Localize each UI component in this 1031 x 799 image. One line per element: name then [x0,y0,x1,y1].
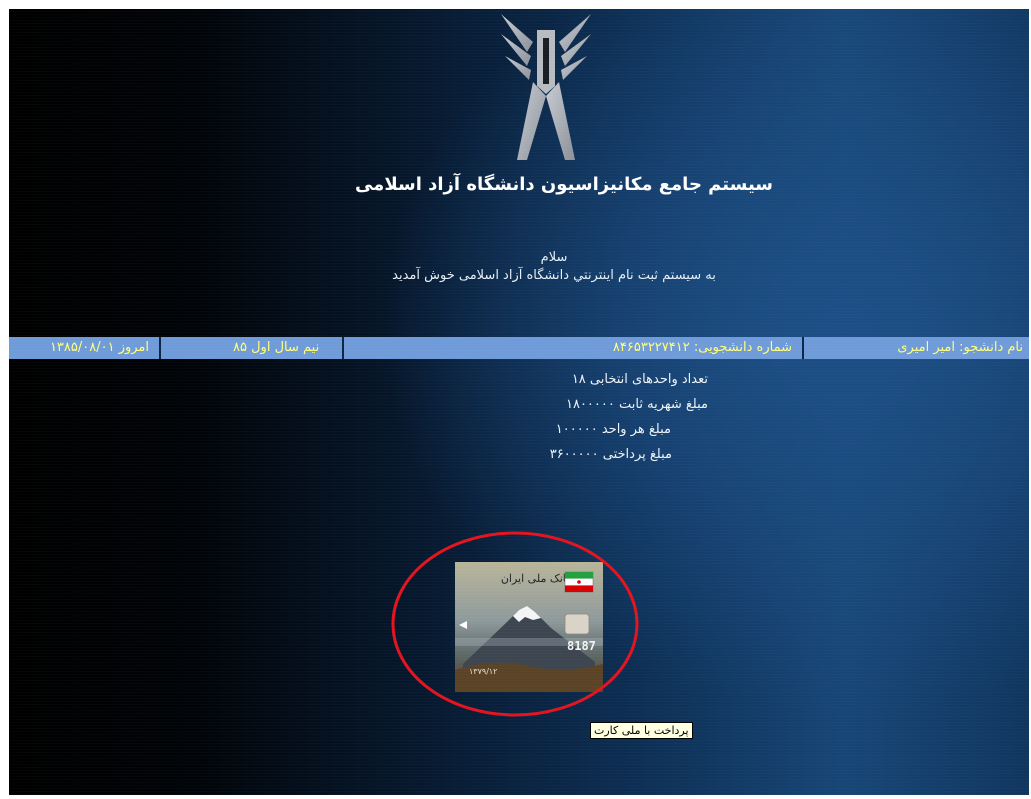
student-number: شماره دانشجویی: ۸۴۶۵۳۲۲۷۴۱۲ [342,337,802,359]
academic-term: نیم سال اول ۸۵ [159,337,342,359]
registration-page: سیستم جامع مکانیزاسیون دانشگاه آزاد اسلا… [9,9,1029,795]
welcome-text: به سیستم ثبت نام اینترنتي دانشگاه آزاد ا… [392,268,716,283]
today-date: امروز ۱۳۸۵/۰۸/۰۱ [9,337,159,359]
tooltip: پرداخت با ملی کارت [590,722,693,739]
greeting-text: سلام [540,250,568,265]
welcome-message: سلام به سیستم ثبت نام اینترنتي دانشگاه آ… [9,249,1029,285]
payable-amount: مبلغ پرداختی ۳۶۰۰۰۰۰ [549,447,672,462]
university-logo-icon [501,14,591,160]
fixed-tuition: مبلغ شهریه ثابت ۱۸۰۰۰۰۰ [565,397,708,412]
units-selected: تعداد واحدهای انتخابی ۱۸ [571,372,708,387]
system-title: سیستم جامع مکانیزاسیون دانشگاه آزاد اسلا… [354,174,774,195]
per-unit-amount: مبلغ هر واحد ۱۰۰۰۰۰ [555,422,671,437]
highlight-ring [391,531,639,717]
student-info-bar: امروز ۱۳۸۵/۰۸/۰۱ نیم سال اول ۸۵ شماره دا… [9,337,1029,359]
student-name: نام دانشجو: امیر امیری [802,337,1029,359]
